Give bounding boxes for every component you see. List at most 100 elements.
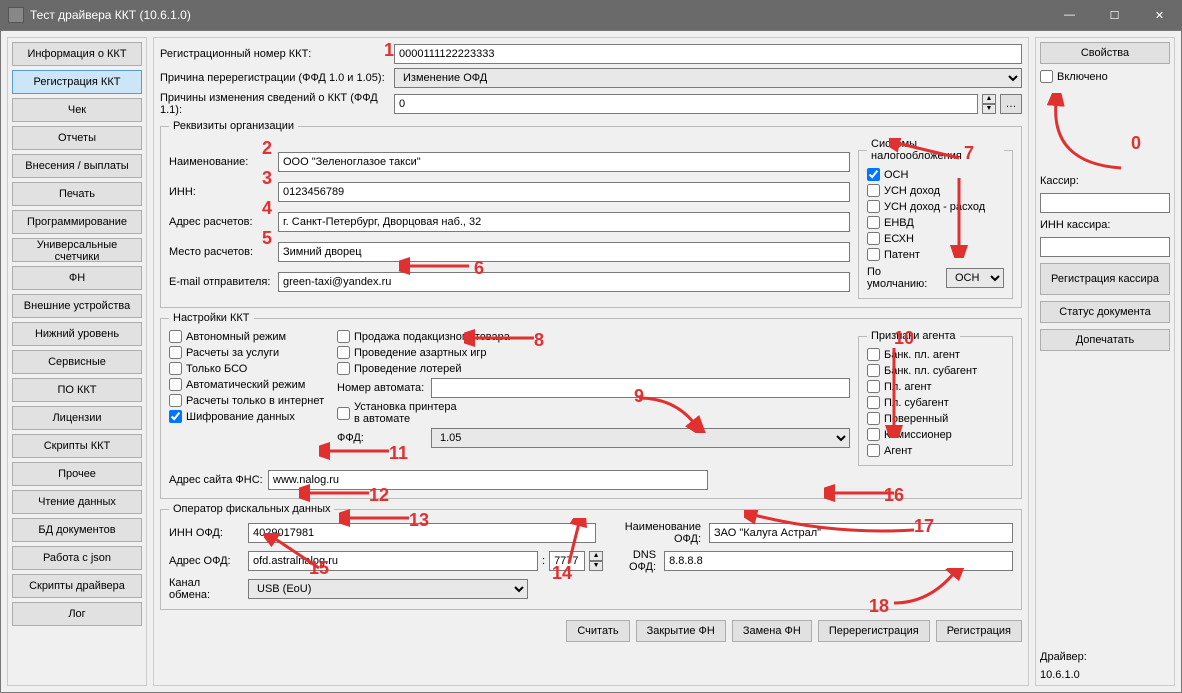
ofd-legend: Оператор фискальных данных	[169, 503, 334, 515]
sidebar-item-1[interactable]: Регистрация ККТ	[12, 70, 142, 94]
tax-eshn-checkbox[interactable]	[867, 232, 880, 245]
sidebar-item-11[interactable]: Сервисные	[12, 350, 142, 374]
properties-button[interactable]: Свойства	[1040, 42, 1170, 64]
replace-fn-button[interactable]: Замена ФН	[732, 620, 812, 642]
tax-osn-checkbox[interactable]	[867, 168, 880, 181]
rereg-reason-label: Причина перерегистрации (ФФД 1.0 и 1.05)…	[160, 72, 390, 84]
tax-usn-income-checkbox[interactable]	[867, 184, 880, 197]
kkt-autonomous-checkbox[interactable]	[169, 330, 182, 343]
agent-agent-checkbox[interactable]	[867, 444, 880, 457]
kkt-legend: Настройки ККТ	[169, 312, 254, 324]
agent-legend: Признаки агента	[867, 330, 960, 342]
rereg-reason-select[interactable]: Изменение ОФД	[394, 68, 1022, 88]
ffd-select[interactable]: 1.05	[431, 428, 850, 448]
close-fn-button[interactable]: Закрытие ФН	[636, 620, 726, 642]
sidebar-item-12[interactable]: ПО ККТ	[12, 378, 142, 402]
sidebar-item-19[interactable]: Скрипты драйвера	[12, 574, 142, 598]
sidebar-item-15[interactable]: Прочее	[12, 462, 142, 486]
tax-envd-checkbox[interactable]	[867, 216, 880, 229]
ofd-channel-select[interactable]: USB (EoU)	[248, 579, 528, 599]
agent-attorney-checkbox[interactable]	[867, 412, 880, 425]
enabled-checkbox[interactable]	[1040, 70, 1053, 83]
sidebar-item-20[interactable]: Лог	[12, 602, 142, 626]
close-button[interactable]: ✕	[1137, 0, 1182, 30]
ofd-group: Оператор фискальных данных ИНН ОФД: Наим…	[160, 503, 1022, 610]
agent-bank-sub-checkbox[interactable]	[867, 364, 880, 377]
kkt-lottery-checkbox[interactable]	[337, 362, 350, 375]
agent-pay-checkbox[interactable]	[867, 380, 880, 393]
sidebar-item-0[interactable]: Информация о ККТ	[12, 42, 142, 66]
ofd-dns-input[interactable]	[664, 551, 1013, 571]
ofd-inn-input[interactable]	[248, 523, 596, 543]
kkt-excise-checkbox[interactable]	[337, 330, 350, 343]
org-email-input[interactable]	[278, 272, 850, 292]
doc-status-button[interactable]: Статус документа	[1040, 301, 1170, 323]
tax-legend: Системы налогообложения	[867, 138, 1004, 162]
cashier-inn-input[interactable]	[1040, 237, 1170, 257]
reg-num-input[interactable]	[394, 44, 1022, 64]
tax-default-label: По умолчанию:	[867, 266, 942, 290]
ofd-name-input[interactable]	[709, 523, 1013, 543]
kkt-bso-checkbox[interactable]	[169, 362, 182, 375]
org-email-label: E-mail отправителя:	[169, 276, 274, 288]
ofd-port-spinner[interactable]: ▲▼	[589, 551, 603, 571]
sidebar-item-4[interactable]: Внесения / выплаты	[12, 154, 142, 178]
org-inn-input[interactable]	[278, 182, 850, 202]
automat-input[interactable]	[431, 378, 850, 398]
org-place-input[interactable]	[278, 242, 850, 262]
kkt-services-checkbox[interactable]	[169, 346, 182, 359]
sidebar-item-13[interactable]: Лицензии	[12, 406, 142, 430]
sidebar-item-10[interactable]: Нижний уровень	[12, 322, 142, 346]
change-reasons-more-button[interactable]: …	[1000, 94, 1022, 114]
agent-pay-sub-checkbox[interactable]	[867, 396, 880, 409]
kkt-excise-label: Продажа подакцизного товара	[354, 331, 510, 343]
minimize-button[interactable]: —	[1047, 0, 1092, 30]
sidebar-item-18[interactable]: Работа с json	[12, 546, 142, 570]
fns-input[interactable]	[268, 470, 708, 490]
kkt-internet-checkbox[interactable]	[169, 394, 182, 407]
window-title: Тест драйвера ККТ (10.6.1.0)	[30, 8, 1047, 22]
sidebar-item-5[interactable]: Печать	[12, 182, 142, 206]
sidebar-item-6[interactable]: Программирование	[12, 210, 142, 234]
change-reasons-input[interactable]	[394, 94, 978, 114]
kkt-gambling-checkbox[interactable]	[337, 346, 350, 359]
sidebar-item-8[interactable]: ФН	[12, 266, 142, 290]
sidebar-item-3[interactable]: Отчеты	[12, 126, 142, 150]
kkt-printer-checkbox[interactable]	[337, 407, 350, 420]
ofd-name-label: Наименование ОФД:	[600, 521, 705, 545]
kkt-bso-label: Только БСО	[186, 363, 247, 375]
tax-default-select[interactable]: ОСН	[946, 268, 1004, 288]
agent-bank-checkbox[interactable]	[867, 348, 880, 361]
read-button[interactable]: Считать	[566, 620, 629, 642]
cashier-input[interactable]	[1040, 193, 1170, 213]
org-name-input[interactable]	[278, 152, 850, 172]
sidebar-item-7[interactable]: Универсальные счетчики	[12, 238, 142, 262]
ofd-addr-input[interactable]	[248, 551, 538, 571]
tax-patent-checkbox[interactable]	[867, 248, 880, 261]
maximize-button[interactable]: ☐	[1092, 0, 1137, 30]
ofd-inn-label: ИНН ОФД:	[169, 527, 244, 539]
reg-cashier-button[interactable]: Регистрация кассира	[1040, 263, 1170, 295]
sidebar-item-9[interactable]: Внешние устройства	[12, 294, 142, 318]
tax-usn-expense-checkbox[interactable]	[867, 200, 880, 213]
org-group: Реквизиты организации Наименование: ИНН:…	[160, 120, 1022, 308]
change-reasons-spinner[interactable]: ▲▼	[982, 94, 996, 114]
ofd-port-input[interactable]	[549, 551, 585, 571]
kkt-encryption-checkbox[interactable]	[169, 410, 182, 423]
app-icon	[8, 7, 24, 23]
org-inn-label: ИНН:	[169, 186, 274, 198]
agent-agent-label: Агент	[884, 445, 912, 457]
reg-button[interactable]: Регистрация	[936, 620, 1022, 642]
agent-bank-label: Банк. пл. агент	[884, 349, 960, 361]
tax-eshn-label: ЕСХН	[884, 233, 914, 245]
kkt-auto-checkbox[interactable]	[169, 378, 182, 391]
sidebar-item-2[interactable]: Чек	[12, 98, 142, 122]
rereg-button[interactable]: Перерегистрация	[818, 620, 930, 642]
reprint-button[interactable]: Допечатать	[1040, 329, 1170, 351]
sidebar-item-14[interactable]: Скрипты ККТ	[12, 434, 142, 458]
org-addr-input[interactable]	[278, 212, 850, 232]
sidebar-item-16[interactable]: Чтение данных	[12, 490, 142, 514]
sidebar-item-17[interactable]: БД документов	[12, 518, 142, 542]
tax-group: Системы налогообложения ОСН УСН доход УС…	[858, 138, 1013, 299]
agent-commissioner-checkbox[interactable]	[867, 428, 880, 441]
